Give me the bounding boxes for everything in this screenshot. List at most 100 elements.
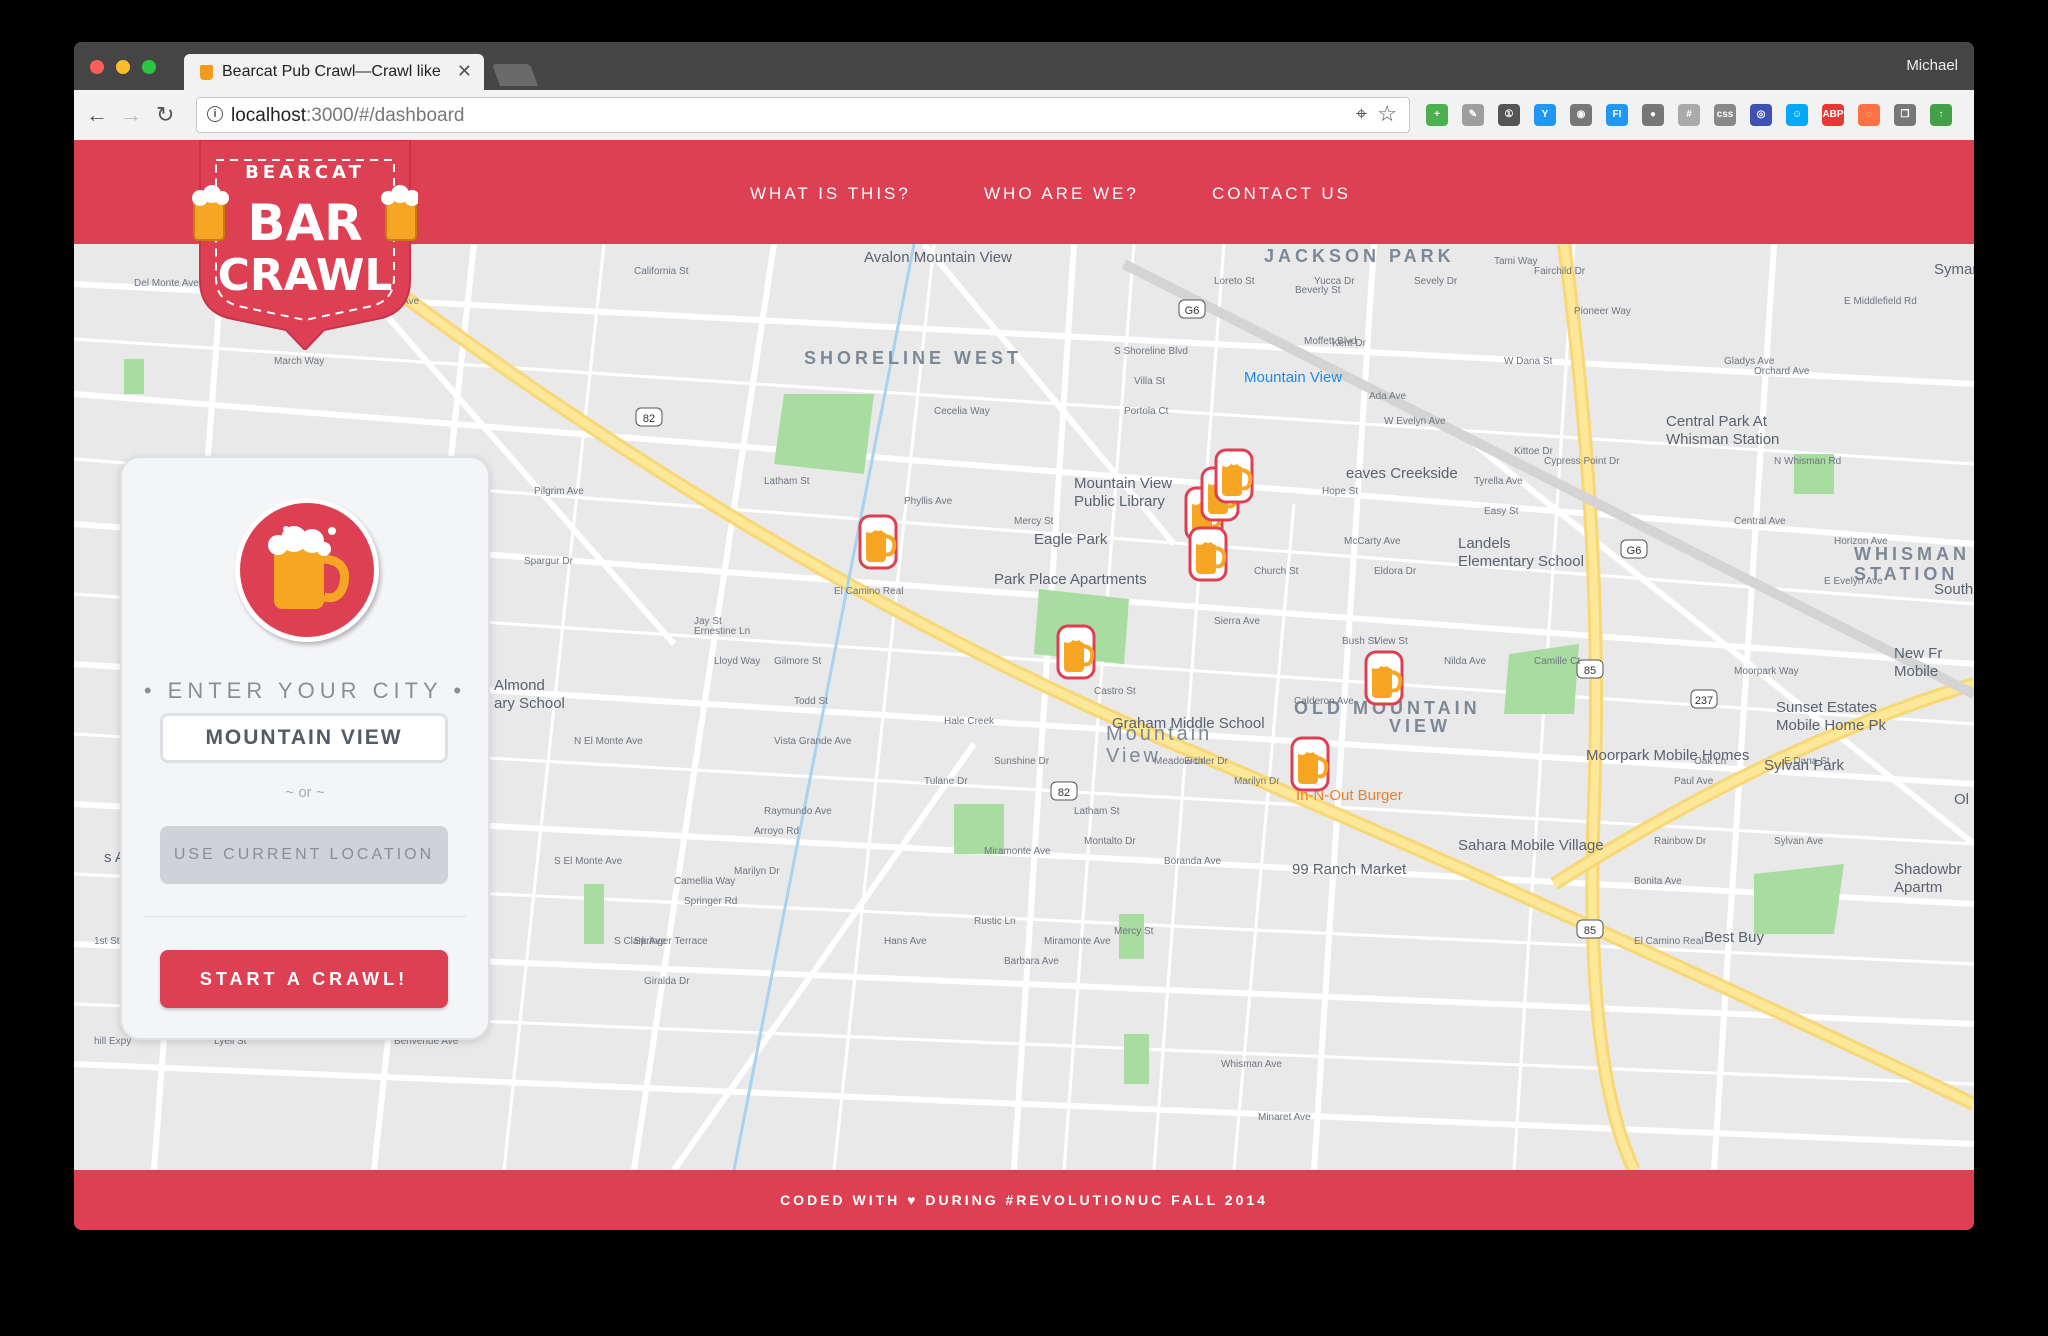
map-label: View St [1374, 636, 1408, 647]
map-label: Camille Ct [1534, 656, 1580, 667]
browser-toolbar: ← → ↻ i localhost:3000/#/dashboard ⌖ ☆ +… [74, 90, 1974, 141]
beer-mug-right-icon [381, 185, 418, 241]
map-label: Park Place Apartments [994, 571, 1147, 588]
nav-what-is-this[interactable]: WHAT IS THIS? [750, 184, 911, 204]
map-label: El Camino Real [1634, 936, 1703, 947]
map-label: Hans Ave [884, 936, 927, 947]
windows-ext-icon[interactable]: ❐ [1894, 104, 1916, 126]
svg-text:G6: G6 [1627, 545, 1642, 557]
map-label: W Evelyn Ave [1384, 416, 1446, 427]
use-current-location-button[interactable]: USE CURRENT LOCATION [160, 826, 448, 884]
bar-marker-icon[interactable] [1214, 448, 1254, 504]
bar-marker-icon[interactable] [1056, 624, 1096, 680]
browser-window: Bearcat Pub Crawl—Crawl like ✕ Michael ←… [74, 42, 1974, 1230]
browser-tab[interactable]: Bearcat Pub Crawl—Crawl like ✕ [184, 54, 484, 90]
map-label: SHORELINE WEST [804, 348, 1022, 368]
map-label: Kent Dr [1332, 338, 1367, 349]
map-label: Raymundo Ave [764, 806, 832, 817]
ring-ext-icon[interactable]: ◌ [1858, 104, 1880, 126]
map-label: Latham St [764, 476, 810, 487]
back-icon[interactable]: ← [86, 102, 108, 128]
bar-marker-icon[interactable] [1290, 736, 1330, 792]
map-label: Tyrella Ave [1474, 476, 1523, 487]
beer-mug-left-icon [192, 185, 229, 241]
map-label: Horizon Ave [1834, 536, 1888, 547]
minimize-window-button[interactable] [116, 60, 130, 74]
bar-marker-icon[interactable] [858, 514, 898, 570]
zoom-window-button[interactable] [142, 60, 156, 74]
css-ext-icon[interactable]: css [1714, 104, 1736, 126]
map-label: Castro St [1094, 686, 1136, 697]
map-label: Calderon Ave [1294, 696, 1354, 707]
map-label: View [1106, 745, 1161, 767]
map-label: Sevely Dr [1414, 276, 1458, 287]
address-bar[interactable]: i localhost:3000/#/dashboard ⌖ ☆ [196, 97, 1410, 133]
heart-icon: ♥ [907, 1192, 919, 1208]
close-window-button[interactable] [90, 60, 104, 74]
reload-icon[interactable]: ↻ [156, 102, 174, 128]
map-label: E Evelyn Ave [1824, 576, 1883, 587]
map-label: W Dana St [1504, 356, 1553, 367]
map-label: Fairchild Dr [1534, 266, 1586, 277]
map-label: Hale Creek [944, 716, 995, 727]
map-label: Sahara Mobile Village [1458, 837, 1604, 854]
nav-contact-us[interactable]: CONTACT US [1212, 184, 1351, 204]
map-label: Orchard Ave [1754, 366, 1810, 377]
map-label: El Camino Real [834, 586, 903, 597]
camera-ext-icon[interactable]: ◉ [1570, 104, 1592, 126]
map-label: Cypress Point Dr [1544, 456, 1620, 467]
tab-close-icon[interactable]: ✕ [457, 61, 472, 82]
map-label: Tulane Dr [924, 776, 968, 787]
bar-marker-icon[interactable] [1188, 526, 1228, 582]
globe-ext-icon[interactable]: ◎ [1750, 104, 1772, 126]
bulb-ext-icon[interactable]: ● [1642, 104, 1664, 126]
svg-text:BAR: BAR [247, 194, 362, 252]
fi-ext-icon[interactable]: FI [1606, 104, 1628, 126]
map-label: Church St [1254, 566, 1299, 577]
map-label: Easy St [1484, 506, 1519, 517]
profile-name[interactable]: Michael [1906, 57, 1958, 74]
footer-text-before: CODED WITH [780, 1192, 901, 1208]
map-label: Todd St [794, 696, 828, 707]
svg-text:85: 85 [1584, 665, 1596, 677]
map-label: Public Library [1074, 493, 1165, 510]
url-text[interactable]: localhost:3000/#/dashboard [231, 105, 464, 127]
bookmark-star-icon[interactable]: ☆ [1377, 101, 1397, 127]
up-arrow-ext-icon[interactable]: ↑ [1930, 104, 1952, 126]
map-label: Symantec [1934, 261, 1974, 278]
tab-title: Bearcat Pub Crawl—Crawl like [222, 63, 441, 80]
forward-icon[interactable]: → [120, 102, 142, 128]
robot-ext-icon[interactable]: ☺ [1786, 104, 1808, 126]
bearcat-bar-crawl-logo[interactable]: BEARCAT BAR CRAWL [192, 140, 418, 350]
map-label: Mercy St [1114, 926, 1154, 937]
map-label: Portola Ct [1124, 406, 1169, 417]
vue-ext-icon[interactable]: Y [1534, 104, 1556, 126]
location-target-icon[interactable]: ⌖ [1356, 103, 1367, 126]
map-label: Hope St [1322, 486, 1358, 497]
info-icon[interactable]: i [207, 106, 223, 122]
map-label: Ernestine Ln [694, 626, 750, 637]
hash-ext-icon[interactable]: # [1678, 104, 1700, 126]
crawl-start-panel: • ENTER YOUR CITY • ~ or ~ USE CURRENT L… [120, 456, 490, 1040]
map-label: Miramonte Ave [984, 846, 1051, 857]
map-label: Whisman Station [1666, 431, 1779, 448]
abp-ext-icon[interactable]: ABP [1822, 104, 1844, 126]
pen-ext-icon[interactable]: ✎ [1462, 104, 1484, 126]
city-input[interactable] [160, 713, 448, 763]
start-crawl-button[interactable]: START A CRAWL! [160, 950, 448, 1008]
onepassword-ext-icon[interactable]: ① [1498, 104, 1520, 126]
map-label: Tami Way [1494, 256, 1538, 267]
map-label: Whisman Ave [1221, 1059, 1282, 1070]
bar-marker-icon[interactable] [1364, 650, 1404, 706]
nav-who-are-we[interactable]: WHO ARE WE? [984, 184, 1139, 204]
map-label: Central Park At [1666, 413, 1768, 430]
web-page: WHAT IS THIS? WHO ARE WE? CONTACT US BEA… [74, 140, 1974, 1230]
map-label: Montalto Dr [1084, 836, 1136, 847]
beer-favicon-icon [200, 65, 213, 80]
plus-ext-icon[interactable]: + [1426, 104, 1448, 126]
map-label: E Dana St [1784, 756, 1830, 767]
new-tab-button[interactable] [491, 64, 539, 86]
beer-mug-icon [235, 498, 379, 642]
map-label: Mountain View [1244, 369, 1342, 386]
map-label: Eldora Dr [1374, 566, 1417, 577]
